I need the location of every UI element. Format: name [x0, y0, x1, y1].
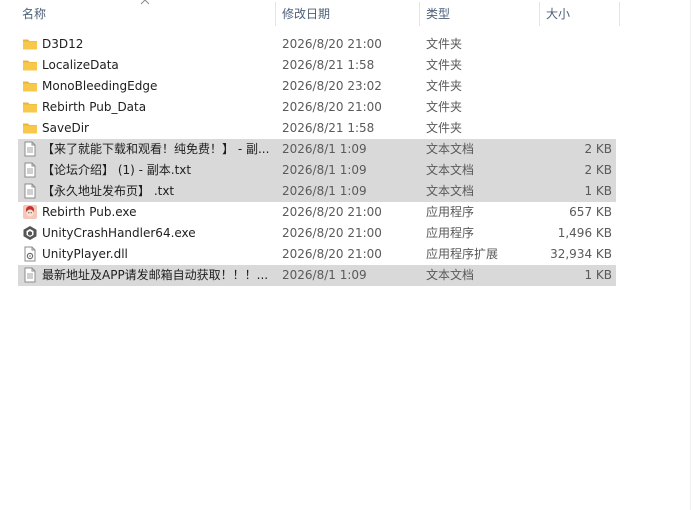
- file-type: 文件夹: [426, 79, 463, 93]
- file-size: [538, 55, 612, 76]
- file-date: 2026/8/20 21:00: [282, 205, 382, 219]
- file-name: Rebirth Pub_Data: [42, 100, 147, 114]
- file-size: 2 KB: [584, 163, 612, 177]
- file-type: 文本文档: [426, 142, 475, 156]
- file-row[interactable]: UnityPlayer.dll 2026/8/20 21:00 应用程序扩展 32,9…: [18, 244, 616, 265]
- pane-border: [690, 0, 691, 510]
- file-row[interactable]: Rebirth Pub.exe 2026/8/20 21:00 应用程序 657 KB: [18, 202, 616, 223]
- column-header-name[interactable]: 名称: [18, 0, 274, 28]
- file-name: Rebirth Pub.exe: [42, 205, 137, 219]
- file-size: 2 KB: [584, 142, 612, 156]
- game-app-icon: [22, 204, 38, 220]
- file-row[interactable]: LocalizeData 2026/8/21 1:58 文件夹: [18, 55, 616, 76]
- folder-icon: [22, 78, 38, 94]
- dll-icon: [22, 246, 38, 262]
- file-date: 2026/8/1 1:09: [282, 163, 367, 177]
- folder-icon: [22, 99, 38, 115]
- column-divider[interactable]: [619, 2, 620, 26]
- folder-icon: [22, 57, 38, 73]
- file-size: 657 KB: [569, 205, 612, 219]
- file-row[interactable]: 【论坛介绍】 (1) - 副本.txt 2026/8/1 1:09 文本文档 2 KB: [18, 160, 616, 181]
- file-size: 32,934 KB: [550, 247, 612, 261]
- file-name: UnityPlayer.dll: [42, 247, 128, 261]
- file-size: [538, 97, 612, 118]
- column-divider[interactable]: [275, 2, 276, 26]
- file-row[interactable]: D3D12 2026/8/20 21:00 文件夹: [18, 34, 616, 55]
- file-date: 2026/8/20 23:02: [282, 79, 382, 93]
- file-date: 2026/8/21 1:58: [282, 121, 375, 135]
- file-type: 文件夹: [426, 37, 463, 51]
- file-date: 2026/8/1 1:09: [282, 142, 367, 156]
- file-size: 1,496 KB: [557, 226, 612, 240]
- file-name: 【论坛介绍】 (1) - 副本.txt: [42, 163, 192, 177]
- column-header-date[interactable]: 修改日期: [278, 0, 418, 28]
- file-name: D3D12: [42, 37, 84, 51]
- folder-icon: [22, 120, 38, 136]
- folder-icon: [22, 36, 38, 52]
- file-size: 1 KB: [584, 184, 612, 198]
- file-type: 应用程序扩展: [426, 247, 499, 261]
- file-name: UnityCrashHandler64.exe: [42, 226, 196, 240]
- file-row[interactable]: SaveDir 2026/8/21 1:58 文件夹: [18, 118, 616, 139]
- file-type: 文件夹: [426, 121, 463, 135]
- file-type: 文本文档: [426, 163, 475, 177]
- file-date: 2026/8/20 21:00: [282, 226, 382, 240]
- file-row[interactable]: 【永久地址发布页】 .txt 2026/8/1 1:09 文本文档 1 KB: [18, 181, 616, 202]
- file-type: 文件夹: [426, 100, 463, 114]
- file-size: [538, 76, 612, 97]
- file-date: 2026/8/21 1:58: [282, 58, 375, 72]
- file-date: 2026/8/20 21:00: [282, 37, 382, 51]
- text-file-icon: [22, 141, 38, 157]
- column-header-size[interactable]: 大小: [542, 0, 618, 28]
- file-row[interactable]: Rebirth Pub_Data 2026/8/20 21:00 文件夹: [18, 97, 616, 118]
- file-size: 1 KB: [584, 268, 612, 282]
- file-name: 最新地址及APP请发邮箱自动获取！！！...: [42, 268, 269, 282]
- file-type: 应用程序: [426, 226, 475, 240]
- file-name: LocalizeData: [42, 58, 119, 72]
- file-row[interactable]: UnityCrashHandler64.exe 2026/8/20 21:00 应用…: [18, 223, 616, 244]
- file-name: 【来了就能下载和观看！纯免费！】 - 副...: [42, 142, 270, 156]
- column-divider[interactable]: [539, 2, 540, 26]
- text-file-icon: [22, 162, 38, 178]
- unity-icon: [22, 225, 38, 241]
- file-row[interactable]: 【来了就能下载和观看！纯免费！】 - 副... 2026/8/1 1:09 文本文档…: [18, 139, 616, 160]
- text-file-icon: [22, 267, 38, 283]
- file-row[interactable]: MonoBleedingEdge 2026/8/20 23:02 文件夹: [18, 76, 616, 97]
- file-name: 【永久地址发布页】 .txt: [42, 184, 175, 198]
- file-size: [538, 34, 612, 55]
- file-row[interactable]: 最新地址及APP请发邮箱自动获取！！！... 2026/8/1 1:09 文本文档 1…: [18, 265, 616, 286]
- file-name: SaveDir: [42, 121, 89, 135]
- file-date: 2026/8/1 1:09: [282, 184, 367, 198]
- column-header: 名称 修改日期 类型 大小: [0, 0, 695, 28]
- file-date: 2026/8/1 1:09: [282, 268, 367, 282]
- column-divider[interactable]: [419, 2, 420, 26]
- file-type: 文本文档: [426, 268, 475, 282]
- column-header-type[interactable]: 类型: [422, 0, 538, 28]
- file-type: 文本文档: [426, 184, 475, 198]
- file-size: [538, 118, 612, 139]
- file-type: 应用程序: [426, 205, 475, 219]
- file-date: 2026/8/20 21:00: [282, 247, 382, 261]
- text-file-icon: [22, 183, 38, 199]
- file-type: 文件夹: [426, 58, 463, 72]
- file-name: MonoBleedingEdge: [42, 79, 158, 93]
- file-date: 2026/8/20 21:00: [282, 100, 382, 114]
